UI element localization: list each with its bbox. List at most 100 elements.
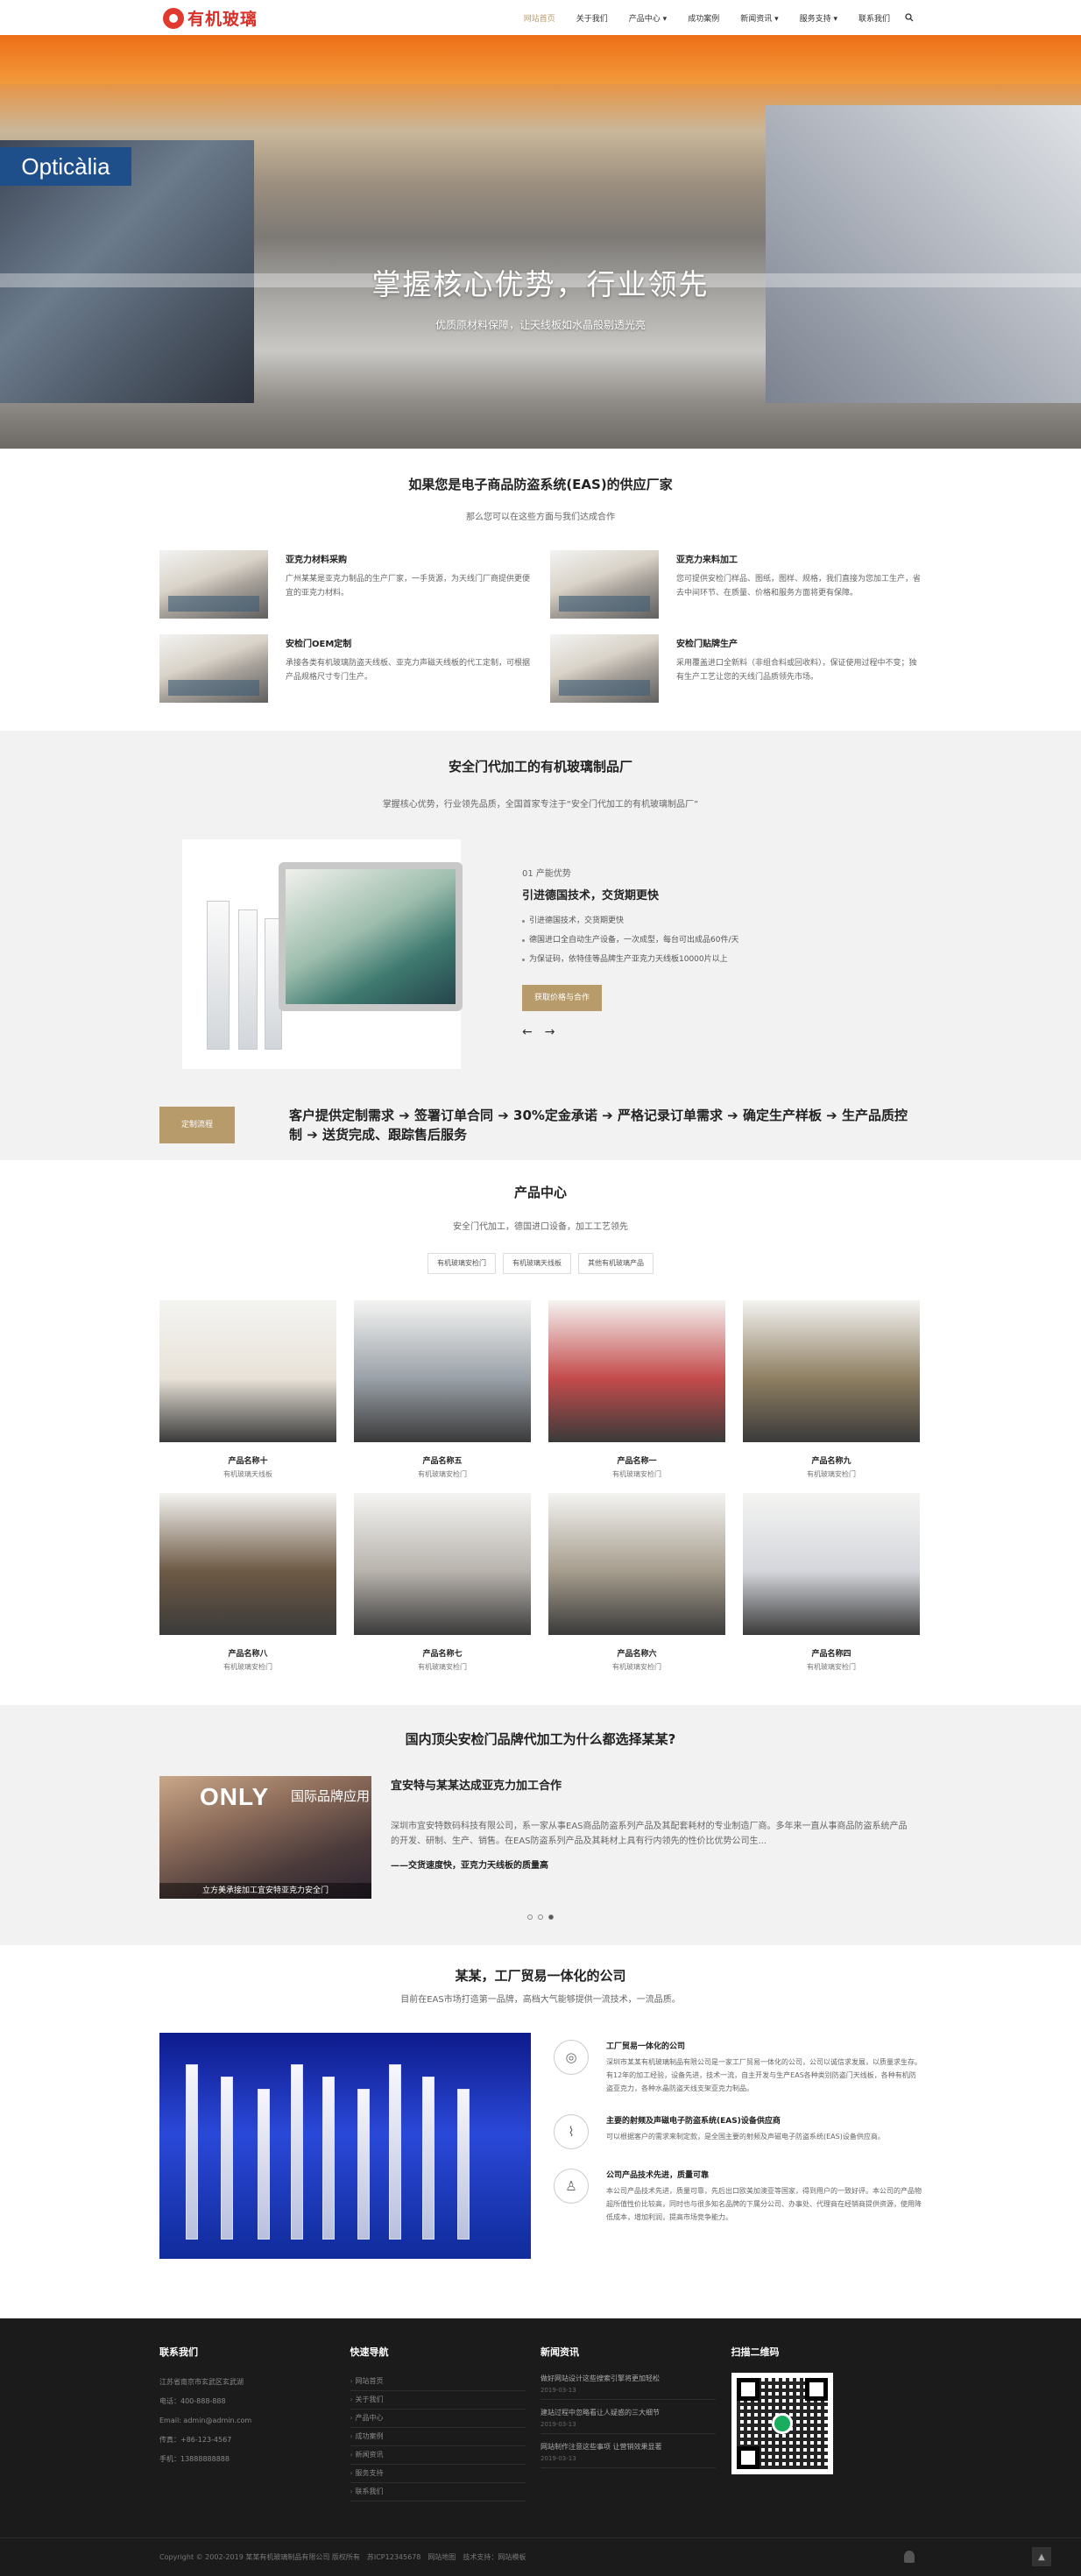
product-image [159, 1493, 336, 1635]
news-item[interactable]: 做好网站设计这些搜索引擎将更加轻松 2019-03-13 [540, 2373, 716, 2400]
footer-nav-link[interactable]: 联系我们 [350, 2483, 526, 2502]
oem-section: 安全门代加工的有机玻璃制品厂 掌握核心优势，行业领先品质，全国首家专注于“安全门… [0, 731, 1081, 1160]
products-section: 产品中心 安全门代加工，德国进口设备，加工工艺领先 有机玻璃安检门 有机玻璃天线… [0, 1160, 1081, 1705]
supplier-image [550, 634, 659, 703]
company-image [159, 2033, 531, 2259]
supplier-title: 如果您是电子商品防盗系统(EAS)的供应厂家 [408, 477, 673, 492]
gate-panel [322, 2077, 335, 2240]
footer-nav-link[interactable]: 产品中心 [350, 2410, 526, 2428]
product-image [743, 1300, 920, 1442]
footer-email[interactable]: Email: admin@admin.com [159, 2411, 350, 2431]
company-feature: ◎ 工厂贸易一体化的公司 深圳市某某有机玻璃制品有限公司是一家工厂贸易一体化的公司… [554, 2040, 922, 2095]
company-section: 某某，工厂贸易一体化的公司 目前在EAS市场打造第一品牌，高档大气能够提供一流技… [0, 1945, 1081, 2318]
supplier-item-text: 采用覆盖进口全新料（非组合料或回收料），保证使用过程中不变；独有生产工艺让您的天… [676, 659, 917, 682]
product-card[interactable]: 产品名称七 有机玻璃安检门 [354, 1493, 531, 1672]
get-price-button[interactable]: 获取价格与合作 [522, 985, 603, 1011]
oem-bullet: 德国进口全自动生产设备，一次成型，每台可出成品60件/天 [522, 931, 739, 950]
footer-quick-nav: 快速导航 网站首页 关于我们 产品中心 成功案例 新闻资讯 服务支持 联系我们 [350, 2345, 541, 2502]
news-date: 2019-03-13 [540, 2421, 576, 2428]
case-brand-sub: 国际品牌应用 [291, 1788, 371, 1804]
why-title: 国内顶尖安检门品牌代加工为什么都选择某某? [405, 1731, 676, 1747]
logo-mark-icon [163, 7, 184, 29]
feature-title: 公司产品技术先进，质量可靠 [606, 2171, 710, 2180]
tab-antenna-board[interactable]: 有机玻璃天线板 [503, 1253, 571, 1274]
footer-qr-title: 扫描二维码 [731, 2346, 780, 2358]
product-card[interactable]: 产品名称十 有机玻璃天线板 [159, 1300, 336, 1479]
supplier-item[interactable]: 安检门贴牌生产采用覆盖进口全新料（非组合料或回收料），保证使用过程中不变；独有生… [550, 634, 922, 703]
news-item[interactable]: 网站制作注意这些事项 让营销效果显著 2019-03-13 [540, 2441, 716, 2468]
logo[interactable]: 有机玻璃 [163, 6, 258, 30]
case-slide[interactable]: ONLY 国际品牌应用 立方美承接加工宜安特亚克力安全门 宜安特与某某达成亚克力… [159, 1776, 922, 1899]
oem-subtitle: 掌握核心优势，行业领先品质，全国首家专注于“安全门代加工的有机玻璃制品厂” [382, 800, 699, 810]
back-to-top-button[interactable]: ▲ [1032, 2547, 1051, 2566]
product-name: 产品名称四 [811, 1650, 851, 1659]
nav-cases[interactable]: 成功案例 [677, 0, 730, 35]
gate-panel [291, 2064, 303, 2240]
gate-panel [422, 2077, 435, 2240]
product-category: 有机玻璃安检门 [807, 1663, 856, 1671]
qr-code-icon [731, 2373, 833, 2474]
slider-dot[interactable] [538, 1914, 543, 1920]
product-card[interactable]: 产品名称一 有机玻璃安检门 [548, 1300, 725, 1479]
feature-text: 可以根据客户的需求来制定款，是全国主要的射频及声磁电子防盗系统(EAS)设备供应… [606, 2133, 885, 2141]
footer-nav-link[interactable]: 网站首页 [350, 2373, 526, 2391]
compass-icon: ◎ [554, 2040, 589, 2075]
feature-title: 主要的射频及声磁电子防盗系统(EAS)设备供应商 [606, 2117, 781, 2126]
nav-news[interactable]: 新闻资讯 ▾ [730, 0, 788, 35]
hero-banner[interactable]: Opticàlia 掌握核心优势，行业领先 优质原材料保障，让天线板如水晶般剔透… [0, 35, 1081, 449]
news-item[interactable]: 建站过程中忽略看让人疑惑的三大细节 2019-03-13 [540, 2407, 716, 2434]
products-subtitle: 安全门代加工，德国进口设备，加工工艺领先 [453, 1222, 628, 1232]
supplier-item-text: 承接各类有机玻璃防盗天线板、亚克力声磁天线板的代工定制，可根据产品规格尺寸专门生… [286, 659, 531, 682]
footer-nav-link[interactable]: 关于我们 [350, 2391, 526, 2410]
slider-dot-active[interactable] [548, 1914, 554, 1920]
nav-home[interactable]: 网站首页 [513, 0, 566, 35]
product-tabs: 有机玻璃安检门 有机玻璃天线板 其他有机玻璃产品 [159, 1253, 922, 1274]
product-category: 有机玻璃安检门 [807, 1470, 856, 1478]
tab-security-gate[interactable]: 有机玻璃安检门 [427, 1253, 496, 1274]
nav-about[interactable]: 关于我们 [566, 0, 618, 35]
arrow-left-icon[interactable]: ← [522, 1025, 533, 1039]
product-card[interactable]: 产品名称四有机玻璃安检门 [743, 1493, 920, 1672]
supplier-item[interactable]: 亚克力材料采购 广州某某是亚克力制品的生产厂家，一手货源，为天线门厂商提供更便宜的… [159, 550, 531, 619]
tab-other-products[interactable]: 其他有机玻璃产品 [578, 1253, 654, 1274]
supplier-item-title: 安检门贴牌生产 [676, 640, 738, 649]
nav-contact[interactable]: 联系我们 [848, 0, 901, 35]
footer-nav-link[interactable]: 成功案例 [350, 2428, 526, 2446]
company-subtitle: 目前在EAS市场打造第一品牌，高档大气能够提供一流技术，一流品质。 [400, 1995, 681, 2005]
search-icon[interactable] [901, 0, 918, 35]
footer-qr: 扫描二维码 [731, 2345, 922, 2502]
arrow-right-icon[interactable]: → [545, 1025, 555, 1039]
supplier-item[interactable]: 亚克力来料加工 您可提供安检门样品、图纸，图样、规格，我们直接为您加工生产，省去中… [550, 550, 922, 619]
chart-icon: ⌇ [554, 2114, 589, 2149]
oem-image [182, 839, 463, 1069]
product-card[interactable]: 产品名称八 有机玻璃安检门 [159, 1493, 336, 1672]
supplier-grid: 亚克力材料采购 广州某某是亚克力制品的生产厂家，一手货源，为天线门厂商提供更便宜的… [159, 550, 922, 703]
supplier-item[interactable]: 安检门OEM定制承接各类有机玻璃防盗天线板、亚克力声磁天线板的代工定制，可根据产… [159, 634, 531, 703]
case-note: ——交货速度快，亚克力天线板的质量高 [391, 1861, 548, 1871]
product-card[interactable]: 产品名称九 有机玻璃安检门 [743, 1300, 920, 1479]
supplier-image [159, 634, 268, 703]
footer-nav-link[interactable]: 服务支持 [350, 2465, 526, 2483]
gate-panel [389, 2064, 401, 2240]
product-card[interactable]: 产品名称六 有机玻璃安检门 [548, 1493, 725, 1672]
hero-subtitle: 优质原材料保障，让天线板如水晶般剔透光亮 [435, 319, 646, 331]
gate-panel [357, 2089, 370, 2240]
feature-text: 深圳市某某有机玻璃制品有限公司是一家工厂贸易一体化的公司，公司以诚信求发展，以质… [606, 2058, 922, 2092]
nav-support[interactable]: 服务支持 ▾ [789, 0, 848, 35]
nav-products[interactable]: 产品中心 ▾ [618, 0, 677, 35]
product-image [743, 1493, 920, 1635]
bell-icon[interactable] [904, 2551, 915, 2563]
custom-process-button[interactable]: 定制流程 [159, 1107, 235, 1143]
slider-dot[interactable] [527, 1914, 533, 1920]
footer-contact-title: 联系我们 [159, 2346, 198, 2358]
news-date: 2019-03-13 [540, 2387, 576, 2394]
main-nav: 网站首页 关于我们 产品中心 ▾ 成功案例 新闻资讯 ▾ 服务支持 ▾ 联系我们 [513, 0, 918, 35]
case-brand-logo: ONLY [200, 1783, 270, 1810]
company-feature: ♙ 公司产品技术先进，质量可靠 本公司产品技术先进，质量可靠，先后出口欧美加澳亚等… [554, 2169, 922, 2224]
company-feature: ⌇ 主要的射频及声磁电子防盗系统(EAS)设备供应商可以根据客户的需求来制定款，… [554, 2114, 922, 2149]
product-card[interactable]: 产品名称五 有机玻璃安检门 [354, 1300, 531, 1479]
footer-nav-link[interactable]: 新闻资讯 [350, 2446, 526, 2465]
case-image: ONLY 国际品牌应用 立方美承接加工宜安特亚克力安全门 [159, 1776, 371, 1899]
hero-store-sign: Opticàlia [0, 147, 131, 186]
supplier-item-title: 安检门OEM定制 [286, 640, 352, 649]
